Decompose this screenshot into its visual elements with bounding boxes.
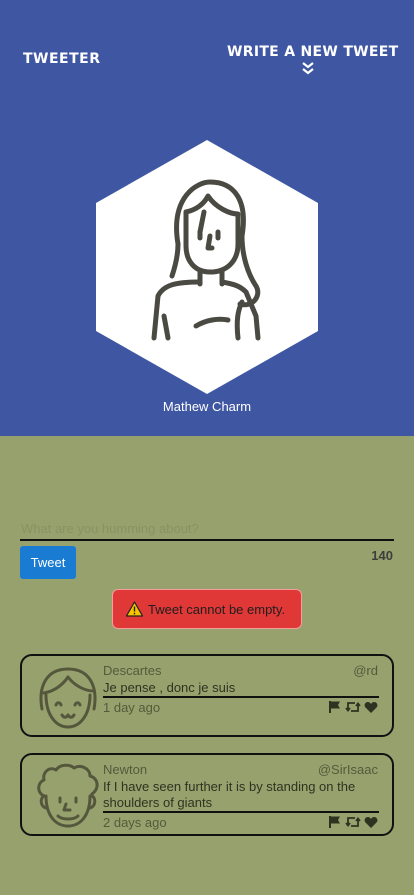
tweet-submit-button[interactable]: Tweet xyxy=(20,546,76,579)
user-avatar-icon xyxy=(151,179,261,341)
write-new-tweet-label: WRITE A NEW TWEET xyxy=(227,44,399,60)
tweet-actions xyxy=(328,700,378,714)
retweet-icon[interactable] xyxy=(345,815,361,829)
heart-icon[interactable] xyxy=(364,701,378,714)
write-new-tweet-toggle[interactable]: WRITE A NEW TWEET xyxy=(227,44,399,78)
tweet-date: 1 day ago xyxy=(103,700,161,715)
char-counter: 140 xyxy=(371,548,393,563)
tweet-date: 2 days ago xyxy=(103,815,167,830)
profile-header: TWEETER WRITE A NEW TWEET Mathew Charm xyxy=(0,0,414,436)
tweet-author-name[interactable]: Descartes xyxy=(103,663,162,678)
user-avatar-icon xyxy=(37,763,99,828)
profile-name: Mathew Charm xyxy=(162,399,252,414)
chevron-double-down-icon xyxy=(302,62,314,75)
warning-icon xyxy=(126,601,143,617)
tweet-author-handle[interactable]: @SirIsaac xyxy=(318,762,378,777)
tweet-text: If I have seen further it is by standing… xyxy=(103,779,379,813)
flag-icon[interactable] xyxy=(328,700,342,714)
tweet-card: Descartes @rd Je pense , donc je suis 1 … xyxy=(20,654,394,737)
tweet-card: Newton @SirIsaac If I have seen further … xyxy=(20,753,394,836)
error-alert: Tweet cannot be empty. xyxy=(112,589,302,629)
heart-icon[interactable] xyxy=(364,816,378,829)
retweet-icon[interactable] xyxy=(345,700,361,714)
tweet-text: Je pense , donc je suis xyxy=(103,680,379,698)
tweet-author-name[interactable]: Newton xyxy=(103,762,147,777)
tweet-actions xyxy=(328,815,378,829)
tweet-compose-input[interactable] xyxy=(20,518,394,541)
flag-icon[interactable] xyxy=(328,815,342,829)
user-avatar-icon xyxy=(39,667,97,729)
tweet-author-handle[interactable]: @rd xyxy=(353,663,378,678)
brand-logo[interactable]: TWEETER xyxy=(23,51,101,67)
error-message: Tweet cannot be empty. xyxy=(148,601,286,617)
